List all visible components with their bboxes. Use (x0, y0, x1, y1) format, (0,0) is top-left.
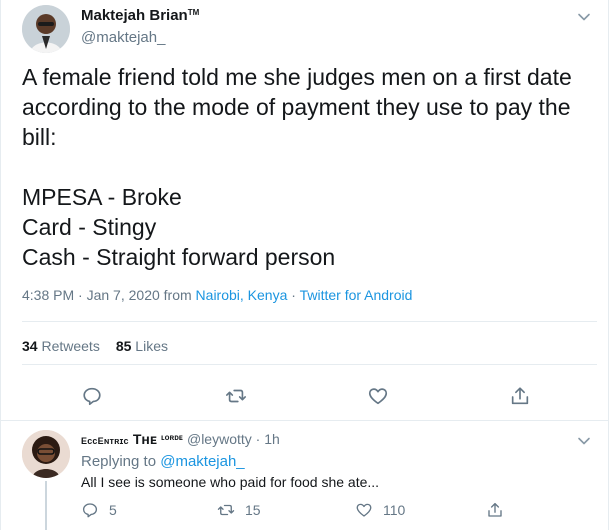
share-icon[interactable] (509, 385, 531, 407)
tweet-date[interactable]: Jan 7, 2020 (87, 287, 160, 303)
tweet-location-link[interactable]: Nairobi, Kenya (196, 287, 288, 303)
reply-retweet-count: 15 (245, 502, 261, 518)
avatar-image (22, 5, 70, 53)
tweet-source-link[interactable]: Twitter for Android (300, 287, 413, 303)
avatar[interactable] (22, 5, 70, 53)
reply-name-part: Tʜᴇ (132, 431, 157, 447)
reply-age[interactable]: 1h (264, 431, 280, 447)
reply-like-button[interactable]: 110 (355, 500, 405, 520)
retweets-stat[interactable]: 34 Retweets (22, 338, 100, 354)
author-badge: TM (187, 8, 200, 17)
replying-handle-link[interactable]: @maktejah_ (160, 453, 244, 470)
chevron-down-icon[interactable] (577, 434, 591, 448)
replying-label: Replying to (81, 453, 161, 470)
share-icon (488, 502, 502, 517)
heart-icon[interactable] (367, 385, 389, 407)
likes-label: Likes (131, 338, 168, 354)
reply-retweet-button[interactable]: 15 (217, 500, 261, 520)
divider (22, 364, 597, 365)
divider (22, 321, 597, 322)
reply-text: All I see is someone who paid for food s… (81, 474, 380, 490)
thread-line (45, 481, 47, 530)
reply-reply-count: 5 (109, 502, 117, 518)
reply-reply-button[interactable]: 5 (81, 500, 117, 520)
reply-share-button[interactable] (486, 500, 514, 520)
reply-icon[interactable] (81, 385, 103, 407)
reply-author-handle[interactable]: @leywotty (187, 431, 252, 447)
likes-stat[interactable]: 85 Likes (116, 338, 168, 354)
tweet-time[interactable]: 4:38 PM (22, 287, 74, 303)
reply-name-part: ʟᴏʀᴅᴇ (161, 433, 183, 442)
author-name[interactable]: Maktejah BrianTM (81, 7, 199, 24)
author-name-text: Maktejah Brian (81, 7, 188, 24)
from-label: from (159, 287, 196, 303)
retweets-count: 34 (22, 338, 38, 354)
tweet-meta: 4:38 PM · Jan 7, 2020 from Nairobi, Keny… (22, 287, 412, 303)
separator: · (251, 431, 265, 447)
reply-icon (82, 503, 98, 518)
separator: · (287, 287, 300, 303)
tweet-stats: 34 Retweets 85 Likes (22, 338, 168, 354)
tweet-text-line: Card - Stingy (22, 214, 157, 240)
replying-to: Replying to @maktejah_ (81, 453, 245, 470)
likes-count: 85 (115, 338, 132, 354)
author-handle[interactable]: @maktejah_ (81, 29, 165, 46)
separator: · (74, 287, 87, 303)
tweet-text-line: A female friend told me she judges men o… (22, 64, 572, 150)
reply-name-part: EᴄᴄEɴᴛʀɪᴄ (81, 436, 129, 446)
retweet-icon (217, 504, 235, 516)
heart-icon (356, 503, 372, 517)
tweet-text: A female friend told me she judges men o… (22, 62, 597, 272)
reply-header: EᴄᴄEɴᴛʀɪᴄ Tʜᴇ ʟᴏʀᴅᴇ @leywotty · 1h (81, 431, 280, 448)
chevron-down-icon[interactable] (577, 10, 591, 24)
tweet-text-line: Cash - Straight forward person (22, 244, 336, 270)
reply-avatar-image (22, 430, 70, 478)
reply-like-count: 110 (383, 502, 406, 518)
reply-avatar[interactable] (22, 430, 70, 478)
tweet-text-line: MPESA - Broke (22, 184, 182, 210)
retweet-icon[interactable] (225, 385, 247, 407)
retweets-label: Retweets (37, 338, 100, 354)
divider (1, 420, 608, 421)
reply-author-name[interactable]: EᴄᴄEɴᴛʀɪᴄ Tʜᴇ ʟᴏʀᴅᴇ (81, 431, 183, 448)
